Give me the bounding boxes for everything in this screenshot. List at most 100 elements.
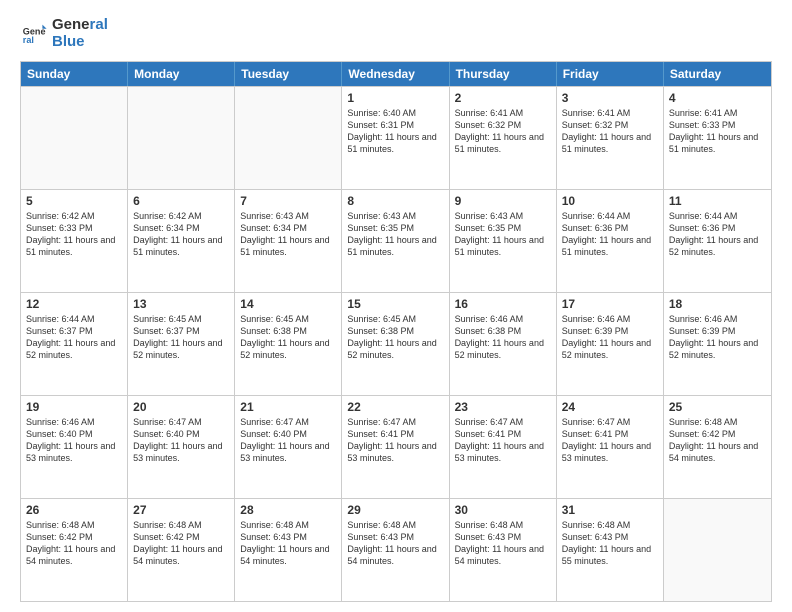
- logo-icon: Gene ral: [20, 19, 48, 47]
- calendar-cell: 10 Sunrise: 6:44 AM Sunset: 6:36 PM Dayli…: [557, 190, 664, 292]
- day-number: 14: [240, 297, 336, 311]
- calendar-cell: 4 Sunrise: 6:41 AM Sunset: 6:33 PM Daylig…: [664, 87, 771, 189]
- calendar-cell: 2 Sunrise: 6:41 AM Sunset: 6:32 PM Daylig…: [450, 87, 557, 189]
- day-number: 10: [562, 194, 658, 208]
- day-number: 31: [562, 503, 658, 517]
- logo: Gene ral General Blue: [20, 16, 108, 51]
- calendar-cell: [21, 87, 128, 189]
- day-number: 13: [133, 297, 229, 311]
- header: Gene ral General Blue: [20, 16, 772, 51]
- calendar-cell: 30 Sunrise: 6:48 AM Sunset: 6:43 PM Dayli…: [450, 499, 557, 601]
- cell-details: Sunrise: 6:43 AM Sunset: 6:35 PM Dayligh…: [455, 210, 551, 259]
- calendar-cell: 25 Sunrise: 6:48 AM Sunset: 6:42 PM Dayli…: [664, 396, 771, 498]
- cell-details: Sunrise: 6:47 AM Sunset: 6:40 PM Dayligh…: [240, 416, 336, 465]
- day-number: 3: [562, 91, 658, 105]
- header-cell-friday: Friday: [557, 62, 664, 86]
- day-number: 8: [347, 194, 443, 208]
- day-number: 23: [455, 400, 551, 414]
- calendar-cell: [664, 499, 771, 601]
- header-cell-monday: Monday: [128, 62, 235, 86]
- page: Gene ral General Blue SundayMondayTuesda…: [0, 0, 792, 612]
- day-number: 2: [455, 91, 551, 105]
- calendar-cell: 14 Sunrise: 6:45 AM Sunset: 6:38 PM Dayli…: [235, 293, 342, 395]
- day-number: 25: [669, 400, 766, 414]
- day-number: 9: [455, 194, 551, 208]
- day-number: 24: [562, 400, 658, 414]
- cell-details: Sunrise: 6:46 AM Sunset: 6:40 PM Dayligh…: [26, 416, 122, 465]
- day-number: 16: [455, 297, 551, 311]
- cell-details: Sunrise: 6:46 AM Sunset: 6:39 PM Dayligh…: [562, 313, 658, 362]
- calendar-row: 12 Sunrise: 6:44 AM Sunset: 6:37 PM Dayli…: [21, 292, 771, 395]
- cell-details: Sunrise: 6:46 AM Sunset: 6:39 PM Dayligh…: [669, 313, 766, 362]
- svg-text:ral: ral: [23, 35, 34, 45]
- calendar-cell: 17 Sunrise: 6:46 AM Sunset: 6:39 PM Dayli…: [557, 293, 664, 395]
- cell-details: Sunrise: 6:41 AM Sunset: 6:32 PM Dayligh…: [455, 107, 551, 156]
- day-number: 27: [133, 503, 229, 517]
- day-number: 5: [26, 194, 122, 208]
- cell-details: Sunrise: 6:48 AM Sunset: 6:43 PM Dayligh…: [455, 519, 551, 568]
- calendar-cell: 18 Sunrise: 6:46 AM Sunset: 6:39 PM Dayli…: [664, 293, 771, 395]
- day-number: 18: [669, 297, 766, 311]
- day-number: 4: [669, 91, 766, 105]
- calendar-cell: 21Sunrise: 6:47 AM Sunset: 6:40 PM Dayli…: [235, 396, 342, 498]
- cell-details: Sunrise: 6:45 AM Sunset: 6:38 PM Dayligh…: [240, 313, 336, 362]
- calendar-body: 1Sunrise: 6:40 AM Sunset: 6:31 PM Daylig…: [21, 86, 771, 602]
- cell-details: Sunrise: 6:44 AM Sunset: 6:36 PM Dayligh…: [669, 210, 766, 259]
- day-number: 29: [347, 503, 443, 517]
- cell-details: Sunrise: 6:43 AM Sunset: 6:35 PM Dayligh…: [347, 210, 443, 259]
- calendar-cell: 27 Sunrise: 6:48 AM Sunset: 6:42 PM Dayli…: [128, 499, 235, 601]
- cell-details: Sunrise: 6:47 AM Sunset: 6:40 PM Dayligh…: [133, 416, 229, 465]
- calendar-cell: 6Sunrise: 6:42 AM Sunset: 6:34 PM Daylig…: [128, 190, 235, 292]
- header-cell-saturday: Saturday: [664, 62, 771, 86]
- cell-details: Sunrise: 6:48 AM Sunset: 6:42 PM Dayligh…: [669, 416, 766, 465]
- day-number: 11: [669, 194, 766, 208]
- cell-details: Sunrise: 6:47 AM Sunset: 6:41 PM Dayligh…: [347, 416, 443, 465]
- calendar-cell: 19 Sunrise: 6:46 AM Sunset: 6:40 PM Dayli…: [21, 396, 128, 498]
- day-number: 1: [347, 91, 443, 105]
- cell-details: Sunrise: 6:47 AM Sunset: 6:41 PM Dayligh…: [455, 416, 551, 465]
- day-number: 30: [455, 503, 551, 517]
- calendar-row: 19 Sunrise: 6:46 AM Sunset: 6:40 PM Dayli…: [21, 395, 771, 498]
- calendar-cell: 28Sunrise: 6:48 AM Sunset: 6:43 PM Dayli…: [235, 499, 342, 601]
- calendar-row: 1Sunrise: 6:40 AM Sunset: 6:31 PM Daylig…: [21, 86, 771, 189]
- cell-details: Sunrise: 6:45 AM Sunset: 6:37 PM Dayligh…: [133, 313, 229, 362]
- calendar-cell: 9 Sunrise: 6:43 AM Sunset: 6:35 PM Daylig…: [450, 190, 557, 292]
- calendar-cell: 11 Sunrise: 6:44 AM Sunset: 6:36 PM Dayli…: [664, 190, 771, 292]
- cell-details: Sunrise: 6:44 AM Sunset: 6:37 PM Dayligh…: [26, 313, 122, 362]
- cell-details: Sunrise: 6:48 AM Sunset: 6:43 PM Dayligh…: [347, 519, 443, 568]
- cell-details: Sunrise: 6:46 AM Sunset: 6:38 PM Dayligh…: [455, 313, 551, 362]
- calendar-header: SundayMondayTuesdayWednesdayThursdayFrid…: [21, 62, 771, 86]
- cell-details: Sunrise: 6:43 AM Sunset: 6:34 PM Dayligh…: [240, 210, 336, 259]
- cell-details: Sunrise: 6:47 AM Sunset: 6:41 PM Dayligh…: [562, 416, 658, 465]
- cell-details: Sunrise: 6:41 AM Sunset: 6:32 PM Dayligh…: [562, 107, 658, 156]
- calendar-cell: 15Sunrise: 6:45 AM Sunset: 6:38 PM Dayli…: [342, 293, 449, 395]
- cell-details: Sunrise: 6:42 AM Sunset: 6:33 PM Dayligh…: [26, 210, 122, 259]
- cell-details: Sunrise: 6:48 AM Sunset: 6:42 PM Dayligh…: [26, 519, 122, 568]
- day-number: 19: [26, 400, 122, 414]
- day-number: 17: [562, 297, 658, 311]
- day-number: 22: [347, 400, 443, 414]
- calendar-cell: 20 Sunrise: 6:47 AM Sunset: 6:40 PM Dayli…: [128, 396, 235, 498]
- calendar-cell: [235, 87, 342, 189]
- day-number: 6: [133, 194, 229, 208]
- calendar-cell: 7Sunrise: 6:43 AM Sunset: 6:34 PM Daylig…: [235, 190, 342, 292]
- calendar-cell: [128, 87, 235, 189]
- calendar-cell: 12 Sunrise: 6:44 AM Sunset: 6:37 PM Dayli…: [21, 293, 128, 395]
- day-number: 15: [347, 297, 443, 311]
- cell-details: Sunrise: 6:44 AM Sunset: 6:36 PM Dayligh…: [562, 210, 658, 259]
- day-number: 20: [133, 400, 229, 414]
- cell-details: Sunrise: 6:48 AM Sunset: 6:42 PM Dayligh…: [133, 519, 229, 568]
- calendar-row: 5 Sunrise: 6:42 AM Sunset: 6:33 PM Daylig…: [21, 189, 771, 292]
- cell-details: Sunrise: 6:41 AM Sunset: 6:33 PM Dayligh…: [669, 107, 766, 156]
- day-number: 12: [26, 297, 122, 311]
- calendar-cell: 13 Sunrise: 6:45 AM Sunset: 6:37 PM Dayli…: [128, 293, 235, 395]
- calendar-cell: 31Sunrise: 6:48 AM Sunset: 6:43 PM Dayli…: [557, 499, 664, 601]
- calendar-row: 26Sunrise: 6:48 AM Sunset: 6:42 PM Dayli…: [21, 498, 771, 601]
- calendar-cell: 29 Sunrise: 6:48 AM Sunset: 6:43 PM Dayli…: [342, 499, 449, 601]
- calendar-cell: 3 Sunrise: 6:41 AM Sunset: 6:32 PM Daylig…: [557, 87, 664, 189]
- header-cell-sunday: Sunday: [21, 62, 128, 86]
- calendar-cell: 24 Sunrise: 6:47 AM Sunset: 6:41 PM Dayli…: [557, 396, 664, 498]
- day-number: 28: [240, 503, 336, 517]
- calendar-cell: 23 Sunrise: 6:47 AM Sunset: 6:41 PM Dayli…: [450, 396, 557, 498]
- calendar-cell: 1Sunrise: 6:40 AM Sunset: 6:31 PM Daylig…: [342, 87, 449, 189]
